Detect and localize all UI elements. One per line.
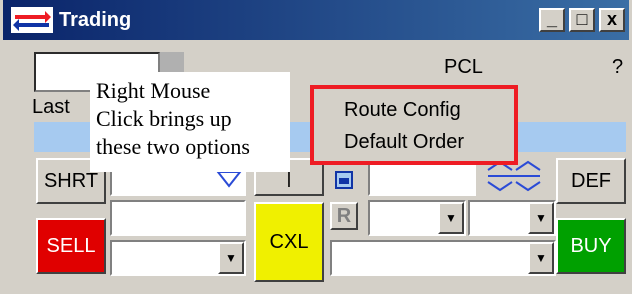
note-line-1: Right Mouse [96,78,211,103]
r-button[interactable]: R [330,202,358,230]
context-menu: Route Config Default Order [310,85,518,165]
buy-button[interactable]: BUY [556,218,626,274]
note-line-2: Click brings up [96,106,232,131]
route-select[interactable]: ▼ [110,240,246,276]
pcl-label: PCL [444,56,483,78]
menu-item-default-order[interactable]: Default Order [344,131,464,154]
close-button[interactable]: x [599,8,625,32]
title-bar: Trading _ □ x [3,0,629,40]
destination-select[interactable]: ▼ [330,240,556,276]
note-line-3: these two options [96,134,250,159]
default-button[interactable]: DEF [556,158,626,204]
menu-item-route-config[interactable]: Route Config [344,99,461,122]
cancel-button[interactable]: CXL [254,202,324,282]
account-input[interactable] [110,200,246,236]
tif-select[interactable]: ▼ [468,200,556,236]
up-down-arrows-icon[interactable] [484,160,544,196]
last-label: Last [32,96,70,118]
maximize-button[interactable]: □ [569,8,595,32]
minimize-button[interactable]: _ [539,8,565,32]
instruction-note: Right Mouse Click brings up these two op… [90,72,290,172]
chevron-down-icon[interactable]: ▼ [528,202,554,234]
window-title: Trading [59,9,132,31]
chevron-down-icon[interactable]: ▼ [438,202,464,234]
trading-window: Trading _ □ x PCL ? Last SHRT | DEF CXL … [0,0,632,294]
arrows-icon [11,7,53,33]
checkbox-icon[interactable] [334,170,354,190]
price-input[interactable] [368,160,476,196]
help-glyph[interactable]: ? [612,56,623,79]
sell-button[interactable]: SELL [36,218,106,274]
chevron-down-icon[interactable]: ▼ [528,242,554,274]
chevron-down-icon[interactable]: ▼ [218,242,244,274]
order-type-select[interactable]: ▼ [368,200,466,236]
